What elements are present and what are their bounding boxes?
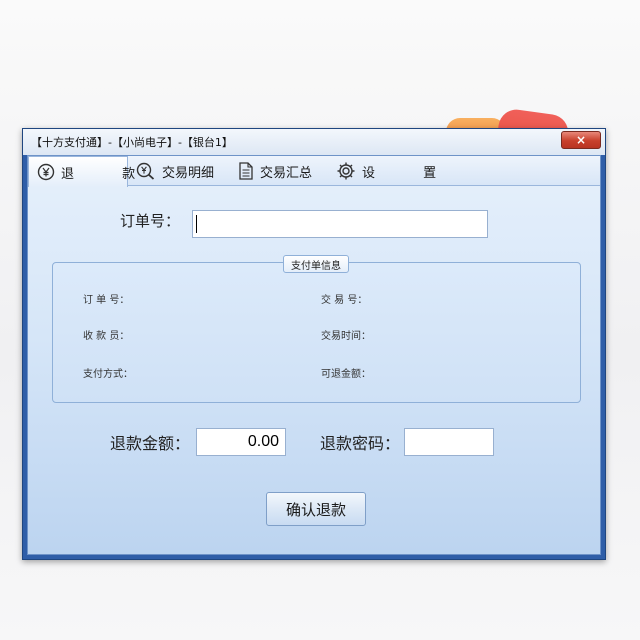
payment-info-group: 支付单信息 订 单 号： 收 款 员： 支付方式： 交 易 号： 交易时间： 可… <box>52 255 581 403</box>
tab-settings[interactable]: 设 置 <box>336 156 458 186</box>
trade-no-label: 交 易 号： <box>321 295 368 306</box>
tab-settings-label: 设 置 <box>362 165 459 181</box>
tab-transaction-detail[interactable]: 交易明细 <box>136 156 214 186</box>
tab-bar: 退 款 交易明细 交易汇总 设 置 <box>28 156 600 187</box>
refund-window: 【十方支付通】-【小尚电子】-【银台1】 × 退 款 交易明细 交易汇总 设 置… <box>22 128 606 560</box>
trade-time-label: 交易时间： <box>321 331 371 342</box>
confirm-refund-button[interactable]: 确认退款 <box>266 492 366 526</box>
order-number-input[interactable] <box>192 210 488 238</box>
window-title: 【十方支付通】-【小尚电子】-【银台1】 <box>31 136 233 149</box>
tab-transaction-summary-label: 交易汇总 <box>260 165 313 181</box>
cashier-label: 收 款 员： <box>83 331 130 342</box>
text-cursor <box>196 215 197 233</box>
order-no-label: 订 单 号： <box>83 295 130 306</box>
tab-transaction-summary[interactable]: 交易汇总 <box>238 156 312 186</box>
yen-circle-icon <box>37 163 55 181</box>
client-area: 退 款 交易明细 交易汇总 设 置 订单号： 支付单信息 订 单 号： 收 款 … <box>27 155 601 555</box>
tab-transaction-detail-label: 交易明细 <box>162 165 215 181</box>
tab-refund[interactable]: 退 款 <box>28 156 135 187</box>
refund-password-input[interactable] <box>404 428 494 456</box>
refund-password-label: 退款密码： <box>320 434 401 453</box>
close-icon: × <box>575 133 587 147</box>
search-yen-icon <box>136 162 156 180</box>
close-button[interactable]: × <box>561 131 601 149</box>
refund-amount-label: 退款金额： <box>110 434 191 453</box>
pay-method-label: 支付方式： <box>83 369 133 380</box>
refundable-amount-label: 可退金额： <box>321 369 371 380</box>
gear-icon <box>336 161 356 181</box>
order-number-label: 订单号： <box>120 212 181 230</box>
payment-info-title: 支付单信息 <box>283 255 349 273</box>
title-bar[interactable]: 【十方支付通】-【小尚电子】-【银台1】 × <box>23 129 605 155</box>
refund-amount-input[interactable] <box>196 428 286 456</box>
document-icon <box>238 162 254 180</box>
